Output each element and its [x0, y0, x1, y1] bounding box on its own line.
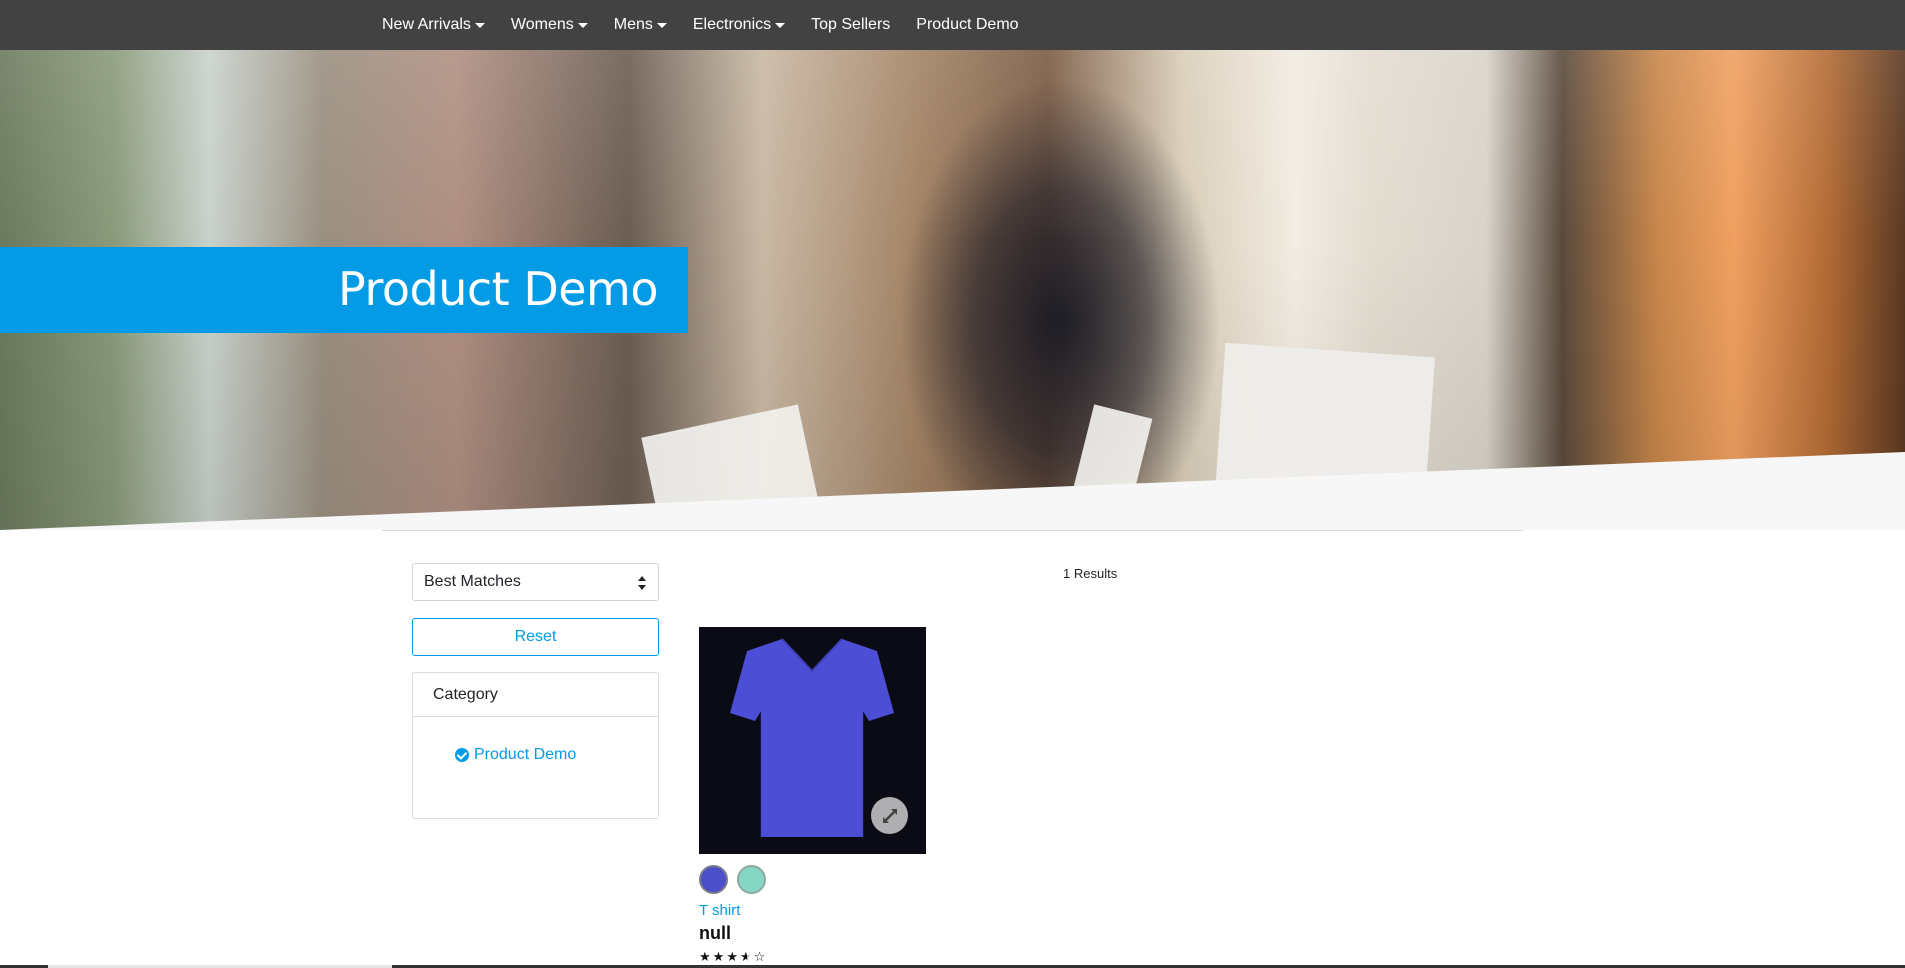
- check-circle-icon: [455, 748, 469, 762]
- caret-down-icon: [656, 23, 667, 28]
- caret-down-icon: [474, 23, 485, 28]
- nav-label: Top Sellers: [811, 16, 891, 33]
- nav-label: Womens: [510, 16, 574, 33]
- nav-electronics[interactable]: Electronics: [692, 16, 786, 34]
- category-filter-card: Category Product Demo: [412, 672, 659, 819]
- reset-button[interactable]: Reset: [412, 618, 659, 656]
- nav-mens[interactable]: Mens: [614, 16, 667, 34]
- product-name: null: [699, 923, 731, 943]
- nav-label: New Arrivals: [382, 16, 471, 33]
- category-filter-label: Product Demo: [474, 746, 577, 763]
- category-header: Category: [413, 673, 658, 717]
- expand-button[interactable]: [871, 797, 908, 834]
- results-count: 1 Results: [1063, 566, 1118, 581]
- navbar: New Arrivals Womens Mens Electronics Top…: [0, 0, 1905, 50]
- rating-stars: ★ ★ ★ ★ ☆: [699, 949, 767, 965]
- color-swatch[interactable]: [737, 865, 766, 894]
- category-filter-product-demo[interactable]: Product Demo: [455, 746, 576, 764]
- expand-icon: [882, 808, 897, 823]
- sort-arrows-icon: [638, 576, 646, 590]
- nav-label: Mens: [613, 16, 653, 33]
- star-filled-icon: ★: [699, 949, 713, 964]
- caret-down-icon: [577, 23, 588, 28]
- product-category-link[interactable]: T shirt: [699, 902, 740, 919]
- page-title: Product Demo: [338, 262, 658, 316]
- color-swatch[interactable]: [699, 865, 728, 894]
- star-half-icon: ★: [739, 949, 754, 964]
- nav-label: Product Demo: [916, 16, 1019, 33]
- caret-down-icon: [775, 23, 786, 28]
- nav-menu: New Arrivals Womens Mens Electronics Top…: [382, 0, 1045, 50]
- star-filled-icon: ★: [726, 949, 740, 964]
- star-filled-icon: ★: [712, 949, 727, 964]
- divider: [382, 530, 1523, 531]
- star-empty-icon: ☆: [753, 949, 768, 964]
- nav-top-sellers[interactable]: Top Sellers: [811, 16, 890, 34]
- hero-banner: Product Demo: [0, 247, 688, 333]
- nav-womens[interactable]: Womens: [511, 16, 588, 34]
- nav-product-demo[interactable]: Product Demo: [916, 16, 1018, 34]
- nav-new-arrivals[interactable]: New Arrivals: [382, 16, 485, 34]
- sort-select[interactable]: Best Matches: [412, 563, 659, 601]
- nav-label: Electronics: [692, 16, 772, 33]
- sort-select-value: Best Matches: [424, 573, 521, 590]
- hero-image: Product Demo: [0, 50, 1905, 530]
